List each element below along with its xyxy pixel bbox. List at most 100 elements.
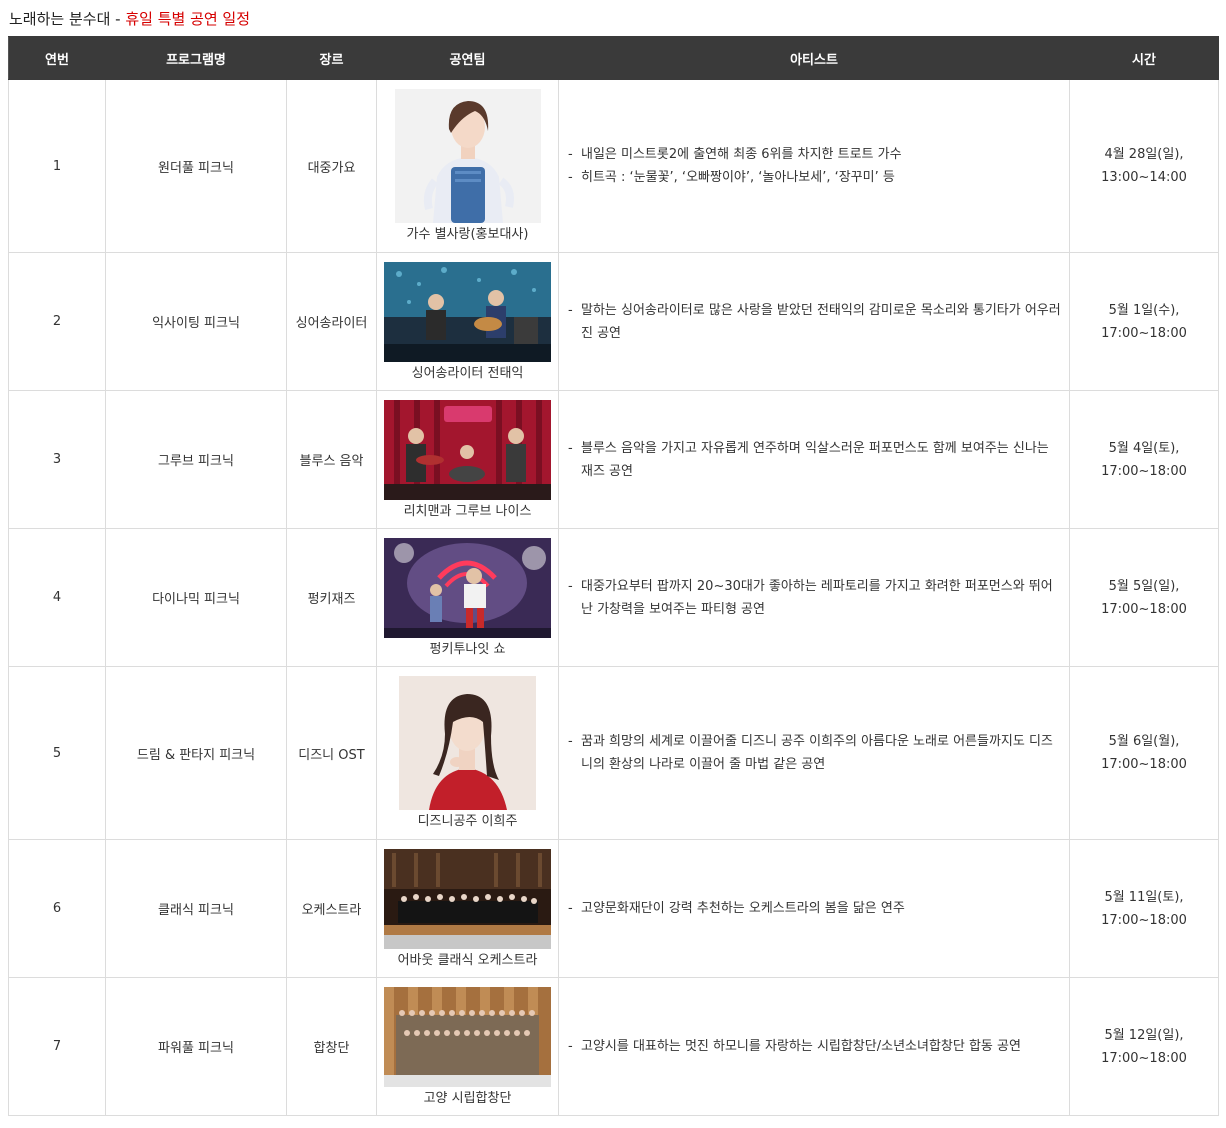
time-date: 5월 11일(토), [1104, 889, 1184, 905]
team-caption: 싱어송라이터 전태익 [411, 365, 524, 381]
artist-list: 말하는 싱어송라이터로 많은 사랑을 받았던 전태익의 감미로운 목소리와 통기… [567, 299, 1061, 345]
header-no: 연번 [8, 36, 106, 80]
row-artist: 대중가요부터 팝까지 20~30대가 좋아하는 레파토리를 가지고 화려한 퍼포… [558, 528, 1070, 667]
row-artist: 고양시를 대표하는 멋진 하모니를 자랑하는 시립합창단/소년소녀합창단 합동 … [558, 977, 1070, 1116]
time-range: 17:00~18:00 [1101, 601, 1187, 617]
row-team: 어바웃 클래식 오케스트라 [376, 839, 559, 978]
row-artist: 고양문화재단이 강력 추천하는 오케스트라의 봄을 닮은 연주 [558, 839, 1070, 978]
time-date: 5월 1일(수), [1108, 302, 1180, 318]
table-row: 2 익사이팅 피크닉 싱어송라이터 싱어송라이터 전태익 - 말하는 싱어송라이… [8, 252, 1219, 391]
artist-line: 고양문화재단이 강력 추천하는 오케스트라의 봄을 닮은 연주 [567, 897, 1061, 920]
time-date: 5월 5일(일), [1108, 578, 1180, 594]
row-genre: 오케스트라 [286, 839, 377, 978]
row-program: 원더풀 피크닉 [105, 79, 287, 253]
row-program: 그루브 피크닉 [105, 390, 287, 529]
row-no: 6 [8, 839, 106, 978]
orchestra-photo [384, 848, 551, 949]
header-program: 프로그램명 [105, 36, 287, 80]
time-range: 17:00~18:00 [1101, 325, 1187, 341]
time-date: 5월 12일(일), [1104, 1027, 1184, 1043]
artist-line: 대중가요부터 팝까지 20~30대가 좋아하는 레파토리를 가지고 화려한 퍼포… [567, 575, 1061, 621]
band-stage-photo [384, 261, 551, 362]
row-team: 가수 별사랑(홍보대사) [376, 79, 559, 253]
row-genre: 싱어송라이터 [286, 252, 377, 391]
row-no: 7 [8, 977, 106, 1116]
table-row: 3 그루브 피크닉 블루스 음악 리치맨과 그루브 나이스 - 블루스 음악을 … [8, 390, 1219, 529]
artist-list: 내일은 미스트롯2에 출연해 최종 6위를 차지한 트로트 가수 히트곡 : ‘… [567, 143, 1061, 189]
row-time: 5월 12일(일), 17:00~18:00 [1069, 977, 1219, 1116]
page-title: 노래하는 분수대 - 휴일 특별 공연 일정 [9, 8, 250, 30]
row-program: 익사이팅 피크닉 [105, 252, 287, 391]
artist-list: 꿈과 희망의 세계로 이끌어줄 디즈니 공주 이희주의 아름다운 노래로 어른들… [567, 730, 1061, 776]
time-range: 13:00~14:00 [1101, 170, 1187, 185]
row-team: 디즈니공주 이희주 [376, 666, 559, 840]
table-header-row: 연번 프로그램명 장르 공연팀 아티스트 시간 [8, 36, 1219, 80]
artist-list: 고양문화재단이 강력 추천하는 오케스트라의 봄을 닮은 연주 [567, 897, 1061, 920]
artist-list: 고양시를 대표하는 멋진 하모니를 자랑하는 시립합창단/소년소녀합창단 합동 … [567, 1035, 1061, 1058]
row-artist: 내일은 미스트롯2에 출연해 최종 6위를 차지한 트로트 가수 히트곡 : ‘… [558, 79, 1070, 253]
row-team: 리치맨과 그루브 나이스 [376, 390, 559, 529]
header-time: 시간 [1069, 36, 1219, 80]
row-artist: 꿈과 희망의 세계로 이끌어줄 디즈니 공주 이희주의 아름다운 노래로 어른들… [558, 666, 1070, 840]
time-range: 17:00~18:00 [1101, 463, 1187, 479]
team-caption: 고양 시립합창단 [423, 1090, 512, 1106]
artist-line: 꿈과 희망의 세계로 이끌어줄 디즈니 공주 이희주의 아름다운 노래로 어른들… [567, 730, 1061, 776]
artist-line: 블루스 음악을 가지고 자유롭게 연주하며 익살스러운 퍼포먼스도 함께 보여주… [567, 437, 1061, 483]
artist-line: 말하는 싱어송라이터로 많은 사랑을 받았던 전태익의 감미로운 목소리와 통기… [567, 299, 1061, 345]
row-time: 5월 11일(토), 17:00~18:00 [1069, 839, 1219, 978]
row-time: 5월 1일(수), 17:00~18:00 [1069, 252, 1219, 391]
header-artist: 아티스트 [558, 36, 1070, 80]
time-range: 17:00~18:00 [1101, 1050, 1187, 1066]
row-no: 2 [8, 252, 106, 391]
table-row: 4 다이나믹 피크닉 펑키재즈 펑키투나잇 쇼 - 대중가요부터 팝까지 20~… [8, 528, 1219, 667]
time-range: 17:00~18:00 [1101, 757, 1187, 772]
artist-list: 블루스 음악을 가지고 자유롭게 연주하며 익살스러운 퍼포먼스도 함께 보여주… [567, 437, 1061, 483]
artist-line: 내일은 미스트롯2에 출연해 최종 6위를 차지한 트로트 가수 [567, 143, 1061, 166]
row-program: 드림 & 판타지 피크닉 [105, 666, 287, 840]
schedule-table: 연번 프로그램명 장르 공연팀 아티스트 시간 1 원더풀 피크닉 대중가요 가… [8, 36, 1219, 1116]
title-highlight: 휴일 특별 공연 일정 [125, 10, 251, 28]
row-time: 5월 6일(월), 17:00~18:00 [1069, 666, 1219, 840]
row-team: 고양 시립합창단 [376, 977, 559, 1116]
table-row: 7 파워풀 피크닉 합창단 고양 시립합창단 - 고양시를 대표하는 멋진 하모… [8, 977, 1219, 1116]
header-team: 공연팀 [376, 36, 559, 80]
team-caption: 리치맨과 그루브 나이스 [403, 503, 532, 519]
row-program: 파워풀 피크닉 [105, 977, 287, 1116]
time-date: 5월 6일(월), [1108, 734, 1180, 749]
team-caption: 가수 별사랑(홍보대사) [406, 227, 529, 242]
row-genre: 합창단 [286, 977, 377, 1116]
row-genre: 대중가요 [286, 79, 377, 253]
team-caption: 어바웃 클래식 오케스트라 [397, 952, 538, 968]
row-genre: 디즈니 OST [286, 666, 377, 840]
row-genre: 블루스 음악 [286, 390, 377, 529]
row-time: 4월 28일(일), 13:00~14:00 [1069, 79, 1219, 253]
row-program: 다이나믹 피크닉 [105, 528, 287, 667]
choir-photo [384, 986, 551, 1087]
row-no: 5 [8, 666, 106, 840]
row-artist: 블루스 음악을 가지고 자유롭게 연주하며 익살스러운 퍼포먼스도 함께 보여주… [558, 390, 1070, 529]
row-team: 싱어송라이터 전태익 [376, 252, 559, 391]
blues-band-photo [384, 399, 551, 500]
time-date: 4월 28일(일), [1104, 147, 1184, 162]
row-program: 클래식 피크닉 [105, 839, 287, 978]
table-row: 5 드림 & 판타지 피크닉 디즈니 OST 디즈니공주 이희주 - 꿈과 희망… [8, 666, 1219, 840]
title-prefix: 노래하는 분수대 - [9, 10, 126, 28]
singer-portrait-photo [399, 676, 536, 810]
artist-line: 히트곡 : ‘눈물꽃’, ‘오빠짱이야’, ‘놀아나보세’, ‘장꾸미’ 등 [567, 166, 1061, 189]
table-row: 1 원더풀 피크닉 대중가요 가수 별사랑(홍보대사) - 내일은 미스트롯2에… [8, 79, 1219, 253]
time-date: 5월 4일(토), [1108, 440, 1180, 456]
row-no: 3 [8, 390, 106, 529]
row-time: 5월 5일(일), 17:00~18:00 [1069, 528, 1219, 667]
artist-list: 대중가요부터 팝까지 20~30대가 좋아하는 레파토리를 가지고 화려한 퍼포… [567, 575, 1061, 621]
team-caption: 펑키투나잇 쇼 [429, 641, 506, 657]
dance-show-photo [384, 537, 551, 638]
row-time: 5월 4일(토), 17:00~18:00 [1069, 390, 1219, 529]
team-caption: 디즈니공주 이희주 [417, 814, 518, 829]
header-genre: 장르 [286, 36, 377, 80]
singer-portrait-photo [394, 89, 541, 223]
row-team: 펑키투나잇 쇼 [376, 528, 559, 667]
row-genre: 펑키재즈 [286, 528, 377, 667]
time-range: 17:00~18:00 [1101, 912, 1187, 928]
table-row: 6 클래식 피크닉 오케스트라 어바웃 클래식 오케스트라 - 고양문화재단이 … [8, 839, 1219, 978]
row-no: 4 [8, 528, 106, 667]
